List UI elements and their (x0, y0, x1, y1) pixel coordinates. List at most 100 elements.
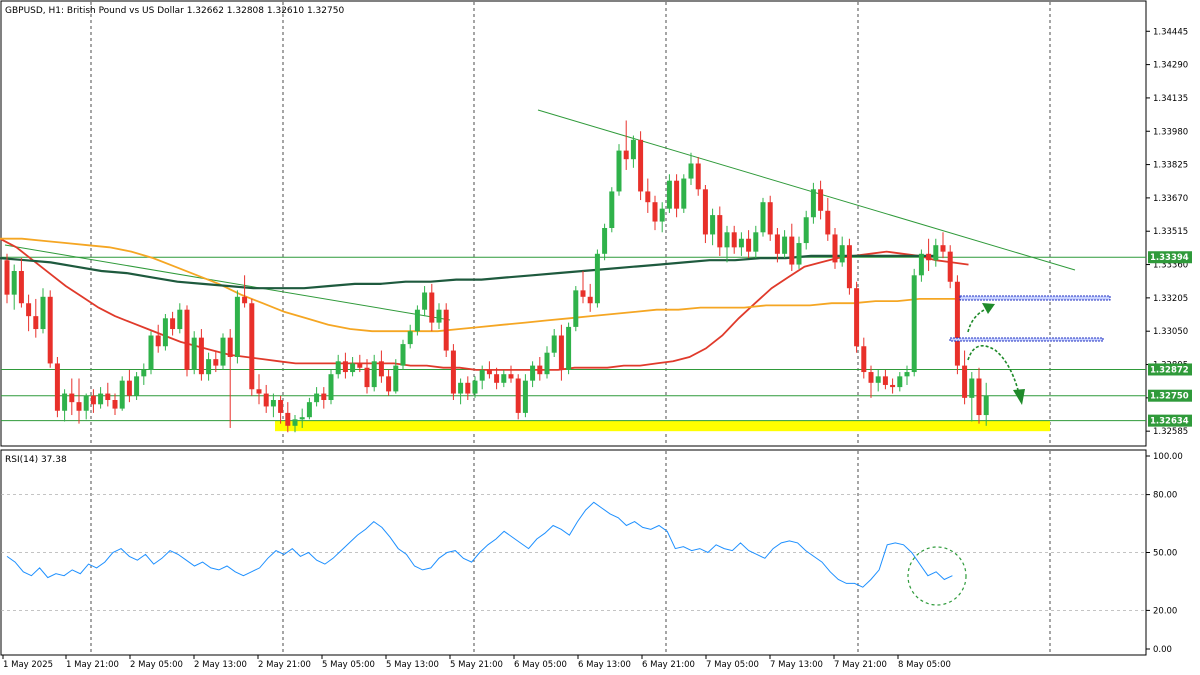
candle-body (645, 191, 651, 203)
time-tick-label: 6 May 13:00 (578, 660, 631, 670)
candle-body (846, 245, 852, 289)
candle-body (371, 361, 377, 388)
candle-body (530, 365, 536, 381)
candle (702, 185, 708, 244)
candle-body (465, 382, 471, 394)
candle-body (206, 359, 212, 375)
candle-body (573, 290, 579, 327)
candle-body (458, 382, 464, 394)
candle-body (832, 234, 838, 263)
chart-header: GBPUSD, H1: British Pound vs US Dollar 1… (5, 6, 344, 16)
candle-body (825, 210, 831, 235)
candle-body (400, 344, 406, 366)
candle-body (479, 369, 485, 381)
candle-body (522, 380, 528, 413)
time-tick-label: 6 May 05:00 (514, 660, 567, 670)
time-axis: 1 May 2025 1 May 21:00 2 May 05:00 2 May 13… (2, 655, 951, 670)
time-tick-label: 5 May 05:00 (322, 660, 375, 670)
candle (846, 238, 852, 295)
candle-body (566, 326, 572, 370)
candle-body (227, 337, 233, 357)
rsi-tick-label: 100.00 (1153, 452, 1183, 462)
candle-body (760, 202, 766, 233)
candle (119, 376, 125, 411)
candle (594, 249, 600, 308)
candle-body (918, 253, 924, 276)
candle-body (242, 296, 248, 304)
candle-body (443, 309, 449, 351)
candle (54, 357, 60, 418)
candle-body (112, 400, 118, 409)
candle-body (472, 380, 478, 394)
candle-body (558, 335, 564, 370)
candle-body (861, 346, 867, 373)
candle-body (868, 372, 874, 383)
candle (566, 322, 572, 375)
candle-body (393, 365, 399, 392)
candle-body (652, 202, 658, 222)
candle-body (54, 363, 60, 411)
candle-body (18, 271, 24, 304)
candle-body (774, 234, 780, 254)
candle (609, 187, 615, 233)
time-tick-label: 7 May 13:00 (770, 660, 823, 670)
candle-body (321, 393, 327, 400)
candle-body (234, 296, 240, 357)
candle-body (213, 359, 219, 366)
rsi-tick-label: 0.00 (1153, 645, 1172, 655)
candle-body (69, 393, 75, 403)
time-tick-label: 5 May 21:00 (450, 660, 503, 670)
chart-canvas: 1.34445 1.34290 1.34135 1.33980 1.33825 1.336… (0, 0, 1192, 670)
upper-target-box (959, 295, 1111, 301)
candle-body (983, 395, 989, 416)
time-tick-label: 2 May 05:00 (130, 660, 183, 670)
candle (854, 281, 860, 353)
candle-body (782, 236, 788, 254)
price-tick-label: 1.33980 (1153, 127, 1188, 137)
candle-body (90, 395, 96, 405)
candle-body (954, 281, 960, 366)
candle-body (270, 400, 276, 407)
candle-body (249, 303, 255, 390)
candle-body (119, 380, 125, 409)
candle-body (486, 369, 492, 375)
candle (148, 331, 154, 375)
candle-body (515, 378, 521, 413)
price-tick-label: 1.32585 (1153, 427, 1188, 437)
candle-body (926, 253, 932, 261)
candle-body (602, 228, 608, 254)
candle-body (105, 393, 111, 400)
candle (681, 174, 687, 213)
price-level-badge-label: 1.33394 (1150, 253, 1189, 263)
candle (638, 131, 644, 201)
candle-body (638, 139, 644, 192)
time-tick-label: 1 May 2025 (3, 660, 53, 670)
candle-body (659, 208, 665, 222)
rsi-label: RSI(14) 37.38 (5, 455, 67, 465)
candle-body (767, 202, 773, 235)
candle-body (414, 309, 420, 332)
candle-body (796, 243, 802, 265)
candle (414, 305, 420, 336)
candle-body (263, 393, 269, 407)
candle (767, 195, 773, 241)
price-axis: 1.34445 1.34290 1.34135 1.33980 1.33825 1.336… (1146, 27, 1192, 437)
candle (515, 374, 521, 420)
price-tick-label: 1.34135 (1153, 94, 1188, 104)
candle-body (285, 412, 291, 426)
candle-body (134, 376, 140, 396)
candle-body (911, 275, 917, 373)
candle (760, 197, 766, 237)
candle (522, 374, 528, 418)
candle-body (47, 296, 53, 364)
candle-body (76, 402, 82, 411)
candle-body (494, 374, 500, 383)
time-tick-label: 5 May 13:00 (386, 660, 439, 670)
candle-body (357, 363, 363, 368)
time-tick-label: 8 May 05:00 (898, 660, 951, 670)
candle-body (407, 331, 413, 345)
candle-body (882, 376, 888, 385)
price-tick-label: 1.33670 (1153, 194, 1188, 204)
candle-body (738, 238, 744, 248)
rsi-tick-label: 20.00 (1153, 606, 1177, 616)
